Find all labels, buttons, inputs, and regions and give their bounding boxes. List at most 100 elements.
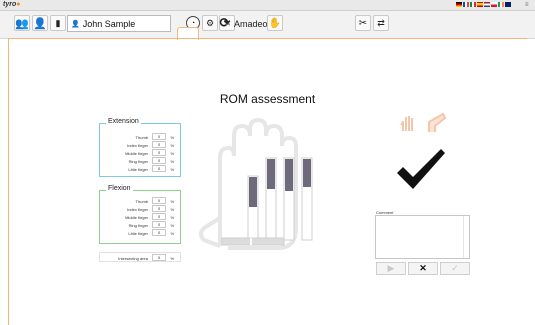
- flexion-label: Ring finger: [128, 223, 148, 228]
- flag-de-icon[interactable]: [456, 2, 462, 7]
- finger-little-bar: [247, 175, 259, 243]
- user-profile-button[interactable]: 👤: [32, 15, 48, 31]
- flexion-row-middle: Middle finger 0 %: [100, 213, 180, 221]
- finger-fill: [249, 177, 257, 207]
- intersecting-value[interactable]: 0: [152, 254, 166, 261]
- app-logo: tyro●: [3, 1, 21, 8]
- thumb-bar: [221, 237, 285, 246]
- flexion-value[interactable]: 0: [152, 221, 166, 228]
- play-icon: ▶: [387, 263, 395, 273]
- finger-middle-bar: [283, 157, 295, 241]
- hand-button[interactable]: ✋: [267, 15, 283, 31]
- extension-label: Little finger: [128, 167, 148, 172]
- extension-label: Ring finger: [128, 159, 148, 164]
- flexion-value[interactable]: 0: [152, 229, 166, 236]
- extension-row-ring: Ring finger 0 %: [100, 157, 180, 165]
- finger-fill: [285, 159, 293, 191]
- finger-index-bar: [265, 157, 277, 241]
- hand-diagram: [199, 118, 313, 250]
- window-controls-icon[interactable]: ≡: [525, 0, 529, 10]
- flexion-label: Thumb: [135, 199, 148, 204]
- user-small-icon: 👤: [71, 20, 80, 28]
- flag-pl-icon[interactable]: [491, 2, 497, 7]
- tools-icon: ✂: [358, 17, 368, 29]
- title-bar: tyro● ≡: [0, 0, 535, 11]
- extension-row-thumb: Thumb 0 %: [100, 133, 180, 141]
- closed-hand-button[interactable]: [425, 112, 447, 134]
- flag-gb-icon[interactable]: [505, 2, 511, 7]
- hand-icon: ✋: [268, 17, 282, 29]
- flexion-value[interactable]: 0: [152, 213, 166, 220]
- accept-button[interactable]: ✓: [440, 262, 470, 275]
- intersecting-label: Intersecting area: [118, 256, 148, 261]
- close-icon: ✕: [419, 263, 427, 273]
- extension-unit: %: [170, 159, 174, 164]
- flexion-unit: %: [170, 199, 174, 204]
- chart-icon: ▮: [55, 17, 61, 28]
- confirm-check-icon: [397, 149, 445, 189]
- gauge-icon: ◔: [190, 19, 196, 27]
- users-button[interactable]: 👥: [14, 15, 30, 31]
- thumb-outline: [199, 216, 222, 248]
- flexion-unit: %: [170, 231, 174, 236]
- open-hand-button[interactable]: [398, 113, 418, 133]
- extension-unit: %: [170, 135, 174, 140]
- flexion-panel: Flexion Thumb 0 % Index finger 0 % Middl…: [99, 185, 181, 244]
- comment-scrollbar[interactable]: [463, 216, 469, 258]
- flexion-value[interactable]: 0: [152, 205, 166, 212]
- check-icon: ✓: [451, 263, 459, 273]
- settings-button[interactable]: ⚙: [202, 15, 218, 31]
- refresh-button[interactable]: ⟳: [218, 15, 232, 30]
- comment-textarea[interactable]: [375, 215, 470, 259]
- flexion-row-ring: Ring finger 0 %: [100, 221, 180, 229]
- play-button[interactable]: ▶: [376, 262, 406, 275]
- cancel-button[interactable]: ✕: [408, 262, 438, 275]
- flexion-label: Index finger: [127, 207, 148, 212]
- extension-label: Middle finger: [125, 151, 148, 156]
- extension-unit: %: [170, 151, 174, 156]
- flag-fr-icon[interactable]: [463, 2, 469, 7]
- tools-button[interactable]: ✂: [355, 15, 371, 31]
- user-field[interactable]: 👤 John Sample: [67, 15, 171, 32]
- flexion-row-thumb: Thumb 0 %: [100, 197, 180, 205]
- user-name: John Sample: [82, 18, 136, 29]
- extension-title: Extension: [106, 118, 141, 125]
- finger-ring-bar: [301, 157, 313, 241]
- flexion-unit: %: [170, 223, 174, 228]
- refresh-icon: ⟳: [219, 15, 231, 30]
- extension-value[interactable]: 0: [152, 149, 166, 156]
- flag-es-icon[interactable]: [477, 2, 483, 7]
- user-icon: 👤: [33, 17, 47, 30]
- flexion-unit: %: [170, 215, 174, 220]
- flexion-row-index: Index finger 0 %: [100, 205, 180, 213]
- extension-label: Index finger: [127, 143, 148, 148]
- sync-icon: ⇄: [377, 17, 385, 28]
- extension-unit: %: [170, 167, 174, 172]
- extension-label: Thumb: [135, 135, 148, 140]
- flag-nl-icon[interactable]: [484, 2, 490, 7]
- statistics-button[interactable]: ▮: [50, 15, 66, 31]
- finger-fill: [303, 159, 311, 187]
- extension-unit: %: [170, 143, 174, 148]
- extension-value[interactable]: 0: [152, 133, 166, 140]
- flexion-title: Flexion: [106, 185, 133, 192]
- intersecting-area-box: Intersecting area 0 %: [99, 252, 181, 262]
- flexion-label: Middle finger: [125, 215, 148, 220]
- flexion-value[interactable]: 0: [152, 197, 166, 204]
- flag-ie-icon[interactable]: [498, 2, 504, 7]
- extension-row-middle: Middle finger 0 %: [100, 149, 180, 157]
- flag-it-icon[interactable]: [470, 2, 476, 7]
- extension-value[interactable]: 0: [152, 141, 166, 148]
- device-name: Amadeo: [234, 19, 268, 29]
- language-flags: [456, 2, 511, 8]
- sync-button[interactable]: ⇄: [373, 15, 389, 31]
- extension-value[interactable]: 0: [152, 157, 166, 164]
- extension-value[interactable]: 0: [152, 165, 166, 172]
- flexion-label: Little finger: [128, 231, 148, 236]
- intersecting-row: Intersecting area 0 %: [100, 254, 180, 262]
- intersecting-unit: %: [170, 256, 174, 261]
- page-title: ROM assessment: [219, 92, 316, 106]
- users-icon: 👥: [15, 17, 29, 30]
- flexion-unit: %: [170, 207, 174, 212]
- extension-row-index: Index finger 0 %: [100, 141, 180, 149]
